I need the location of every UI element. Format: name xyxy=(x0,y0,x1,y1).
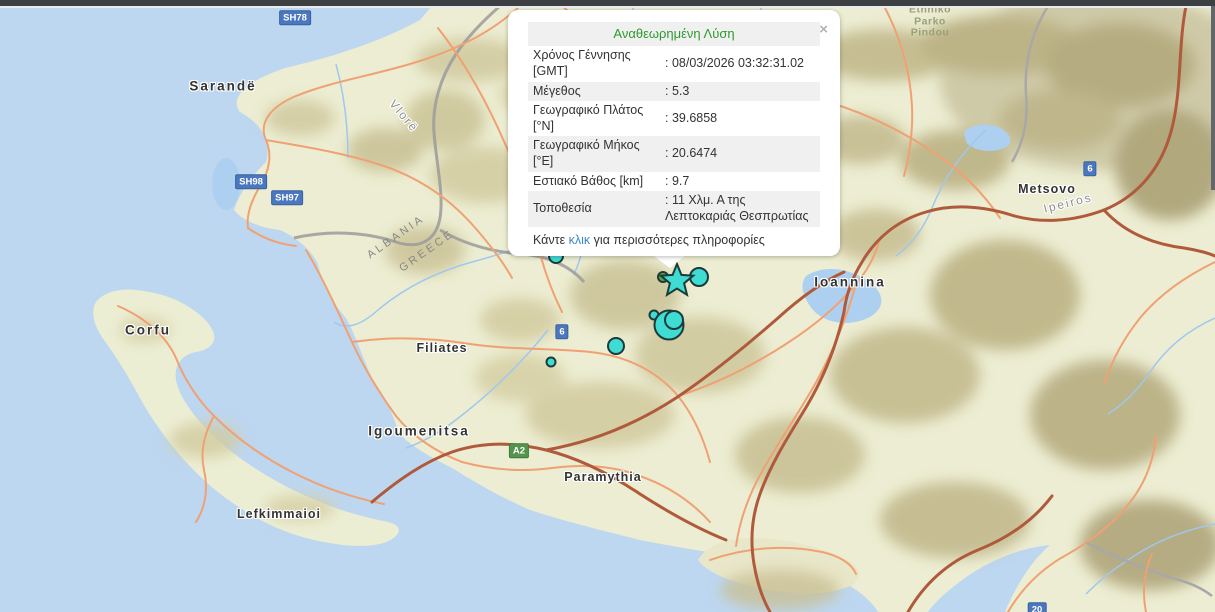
epicenter-marker[interactable] xyxy=(547,358,556,367)
footer-text-suffix: για περισσότερες πληροφορίες xyxy=(590,233,765,247)
popup-row-depth: Εστιακό Βάθος [km]: 9.7 xyxy=(528,172,820,192)
top-bar-highlight xyxy=(0,6,1215,8)
footer-text-prefix: Κάντε xyxy=(533,233,569,247)
earthquake-map-app: SarandëCorfuLefkimmaioiFiliatesIgoumenit… xyxy=(0,0,1215,612)
info-link[interactable]: κλικ xyxy=(569,233,591,247)
popup-row-latitude: Γεωγραφικό Πλάτος [°N]: 39.6858 xyxy=(528,101,820,136)
event-popup: × Αναθεωρημένη Λύση Χρόνος Γέννησης [GMT… xyxy=(508,10,840,256)
epicenter-marker[interactable] xyxy=(608,338,624,354)
close-icon[interactable]: × xyxy=(819,22,828,37)
event-details-table: Αναθεωρημένη Λύση Χρόνος Γέννησης [GMT]:… xyxy=(528,22,820,227)
main-event-star[interactable] xyxy=(661,264,693,295)
scrollbar-thumb[interactable] xyxy=(1211,6,1215,190)
popup-row-location: Τοποθεσία: 11 Χλμ. Α της Λεπτοκαριάς Θεσ… xyxy=(528,191,820,226)
popup-footer: Κάντε κλικ για περισσότερες πληροφορίες xyxy=(528,233,820,247)
popup-row-magnitude: Μέγεθος: 5.3 xyxy=(528,82,820,102)
popup-row-longitude: Γεωγραφικό Μήκος [°E]: 20.6474 xyxy=(528,136,820,171)
popup-title: Αναθεωρημένη Λύση xyxy=(528,22,820,46)
popup-row-origin-time: Χρόνος Γέννησης [GMT]: 08/03/2026 03:32:… xyxy=(528,46,820,81)
epicenter-marker[interactable] xyxy=(665,311,683,329)
